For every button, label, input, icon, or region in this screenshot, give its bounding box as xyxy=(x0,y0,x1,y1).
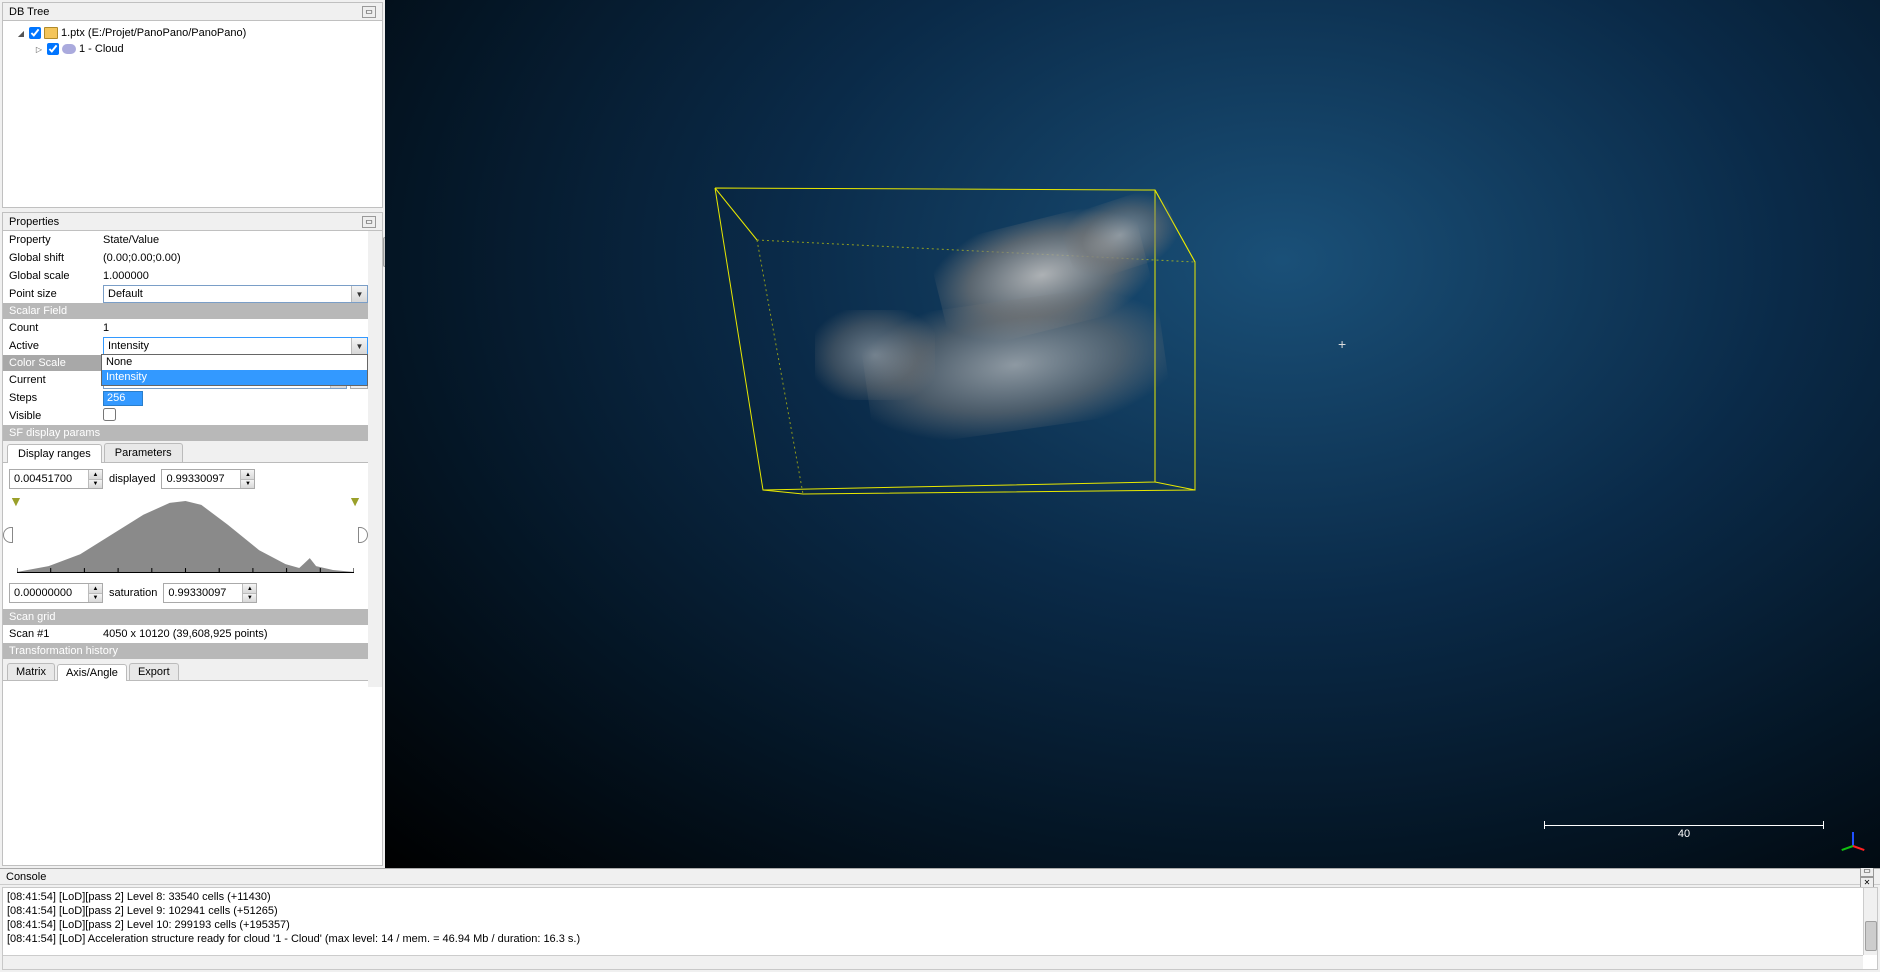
props-header-col1: Property xyxy=(3,234,101,246)
expander-icon[interactable]: ▷ xyxy=(34,44,44,54)
spin-up-icon[interactable]: ▲ xyxy=(88,584,102,593)
tab-matrix[interactable]: Matrix xyxy=(7,663,55,680)
scale-bar: 40 xyxy=(1544,825,1824,840)
properties-undock-button[interactable]: ▭ xyxy=(362,216,376,228)
spin-up-icon[interactable]: ▲ xyxy=(240,470,254,479)
tab-display-ranges[interactable]: Display ranges xyxy=(7,444,102,463)
transform-header: Transformation history xyxy=(3,643,368,659)
tab-export[interactable]: Export xyxy=(129,663,179,680)
pointcloud-region xyxy=(815,310,935,400)
console-line: [08:41:54] [LoD] Acceleration structure … xyxy=(7,932,1873,946)
spin-down-icon[interactable]: ▼ xyxy=(242,593,256,602)
console-scrollbar-v[interactable] xyxy=(1863,888,1877,955)
spin-up-icon[interactable]: ▲ xyxy=(88,470,102,479)
tree-label: 1.ptx (E:/Projet/PanoPano/PanoPano) xyxy=(61,27,246,39)
axis-gizmo-icon xyxy=(1838,820,1868,850)
prop-label: Global scale xyxy=(3,270,101,282)
properties-panel: Properties ▭ Property State/Value Global… xyxy=(2,212,383,866)
display-max-input[interactable]: ▲▼ xyxy=(161,469,255,489)
spin-down-icon[interactable]: ▼ xyxy=(88,593,102,602)
point-size-combo[interactable]: Default ▼ xyxy=(103,285,368,303)
steps-input[interactable] xyxy=(103,391,143,406)
scan-grid-header: Scan grid xyxy=(3,609,368,625)
dropdown-item-intensity[interactable]: Intensity xyxy=(102,370,367,385)
displayed-label: displayed xyxy=(109,473,155,485)
properties-titlebar: Properties ▭ xyxy=(3,213,382,231)
viewport-crosshair-icon: + xyxy=(1338,336,1346,352)
histo-marker-right-icon[interactable]: ▼ xyxy=(348,493,362,509)
dropdown-item-none[interactable]: None xyxy=(102,355,367,370)
dbtree-title: DB Tree xyxy=(9,6,49,18)
saturation-max-input[interactable]: ▲▼ xyxy=(163,583,257,603)
dbtree-titlebar: DB Tree ▭ xyxy=(3,3,382,21)
tree-row-cloud[interactable]: ▷ 1 - Cloud xyxy=(7,41,378,57)
spin-down-icon[interactable]: ▼ xyxy=(240,479,254,488)
point-size-label: Point size xyxy=(3,288,101,300)
tree-row-file[interactable]: ◢ 1.ptx (E:/Projet/PanoPano/PanoPano) xyxy=(7,25,378,41)
console-scrollbar-h[interactable] xyxy=(3,955,1863,969)
histo-handle-left[interactable] xyxy=(3,527,13,543)
cloud-icon xyxy=(62,44,76,54)
console-panel: Console ▭ ✕ [08:41:54] [LoD][pass 2] Lev… xyxy=(0,868,1880,972)
prop-label: Global shift xyxy=(3,252,101,264)
expander-icon[interactable]: ◢ xyxy=(16,28,26,38)
tree-label: 1 - Cloud xyxy=(79,43,124,55)
current-label: Current xyxy=(3,374,101,386)
count-label: Count xyxy=(3,322,101,334)
active-label: Active xyxy=(3,340,101,352)
bounding-box xyxy=(385,0,1880,868)
tab-parameters[interactable]: Parameters xyxy=(104,443,183,462)
transform-tabs: Matrix Axis/Angle Export xyxy=(3,659,368,681)
visible-label: Visible xyxy=(3,410,101,422)
viewport-3d[interactable]: + 40 xyxy=(385,0,1880,868)
console-line: [08:41:54] [LoD][pass 2] Level 10: 29919… xyxy=(7,918,1873,932)
active-sf-dropdown[interactable]: None Intensity xyxy=(101,354,368,386)
dbtree-panel: DB Tree ▭ ◢ 1.ptx (E:/Projet/PanoPano/Pa… xyxy=(2,2,383,208)
scan-label: Scan #1 xyxy=(3,628,101,640)
sf-tabs: Display ranges Parameters xyxy=(3,441,368,463)
spin-up-icon[interactable]: ▲ xyxy=(242,584,256,593)
saturation-min-input[interactable]: ▲▼ xyxy=(9,583,103,603)
props-header-col2: State/Value xyxy=(101,234,368,246)
console-body[interactable]: [08:41:54] [LoD][pass 2] Level 8: 33540 … xyxy=(2,887,1878,970)
tab-axis-angle[interactable]: Axis/Angle xyxy=(57,664,127,681)
tree-checkbox[interactable] xyxy=(47,43,59,55)
histogram[interactable]: ▼ ▼ xyxy=(17,497,354,573)
console-line: [08:41:54] [LoD][pass 2] Level 9: 102941… xyxy=(7,904,1873,918)
count-value: 1 xyxy=(101,322,368,334)
console-line: [08:41:54] [LoD][pass 2] Level 8: 33540 … xyxy=(7,890,1873,904)
dbtree-undock-button[interactable]: ▭ xyxy=(362,6,376,18)
sf-display-header: SF display params xyxy=(3,425,368,441)
scan-value: 4050 x 10120 (39,608,925 points) xyxy=(101,628,368,640)
saturation-label: saturation xyxy=(109,587,157,599)
chevron-down-icon[interactable]: ▼ xyxy=(351,286,367,302)
dbtree-body[interactable]: ◢ 1.ptx (E:/Projet/PanoPano/PanoPano) ▷ … xyxy=(3,21,382,207)
visible-checkbox[interactable] xyxy=(103,408,116,421)
console-titlebar: Console ▭ ✕ xyxy=(0,869,1880,885)
prop-value: (0.00;0.00;0.00) xyxy=(101,252,368,264)
scalar-field-header: Scalar Field xyxy=(3,303,368,319)
histo-marker-left-icon[interactable]: ▼ xyxy=(9,493,23,509)
histo-handle-right[interactable] xyxy=(358,527,368,543)
properties-title: Properties xyxy=(9,216,59,228)
steps-label: Steps xyxy=(3,392,101,404)
spin-down-icon[interactable]: ▼ xyxy=(88,479,102,488)
prop-value: 1.000000 xyxy=(101,270,368,282)
chevron-down-icon[interactable]: ▼ xyxy=(351,338,367,354)
file-icon xyxy=(44,27,58,39)
active-sf-combo[interactable]: Intensity ▼ xyxy=(103,337,368,355)
console-title: Console xyxy=(6,871,46,883)
tree-checkbox[interactable] xyxy=(29,27,41,39)
display-min-input[interactable]: ▲▼ xyxy=(9,469,103,489)
scale-label: 40 xyxy=(1678,828,1690,840)
